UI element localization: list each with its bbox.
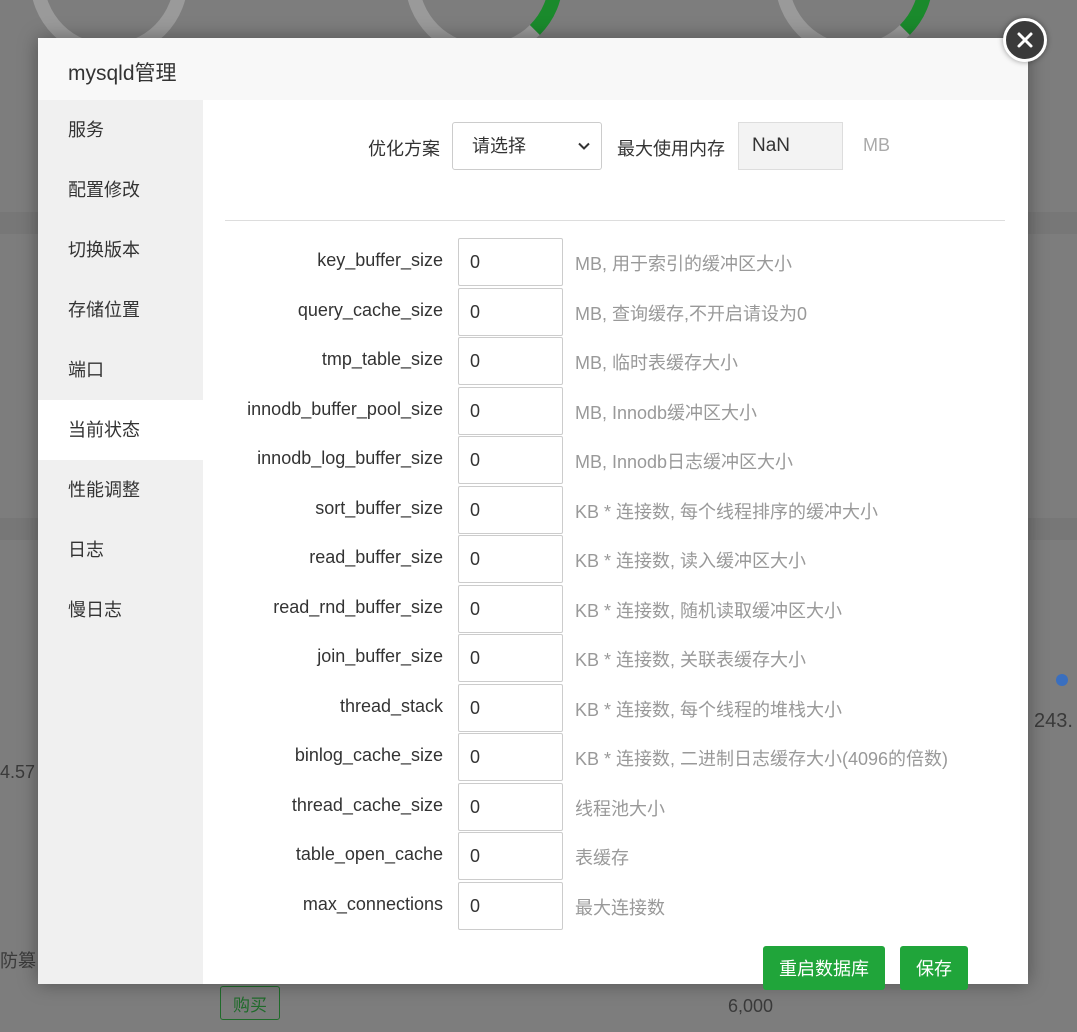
param-row-max-connections: max_connections 0 最大连接数 <box>203 881 1028 930</box>
max-memory-label: 最大使用内存 <box>617 139 725 159</box>
param-input-query-cache-size[interactable]: 0 <box>458 287 563 336</box>
background-axis-tick: 6,000 <box>728 996 774 1016</box>
divider <box>225 220 1005 221</box>
param-help-text: 最大连接数 <box>575 897 665 918</box>
param-label: tmp_table_size <box>321 349 443 369</box>
restart-database-button[interactable]: 重启数据库 <box>763 946 885 990</box>
param-help-text: KB * 连接数, 关联表缓存大小 <box>575 650 807 670</box>
param-row-read-rnd-buffer-size: read_rnd_buffer_size 0 KB * 连接数, 随机读取缓冲区大小 <box>203 584 1028 633</box>
optimize-select-value: 请选择 <box>472 136 526 156</box>
param-input-key-buffer-size[interactable]: 0 <box>458 238 563 286</box>
param-help-text: 表缓存 <box>575 848 629 868</box>
optimize-label: 优化方案 <box>368 139 440 159</box>
param-help-text: KB * 连接数, 随机读取缓冲区大小 <box>575 600 843 621</box>
param-label: binlog_cache_size <box>294 745 443 765</box>
param-row-innodb-buffer-pool-size: innodb_buffer_pool_size 0 MB, Innodb缓冲区大小 <box>203 386 1028 435</box>
param-label: max_connections <box>302 893 443 914</box>
param-row-join-buffer-size: join_buffer_size 0 KB * 连接数, 关联表缓存大小 <box>203 634 1028 682</box>
sidebar-item-switch-version[interactable]: 切换版本 <box>38 220 203 280</box>
param-help-text: 线程池大小 <box>575 798 665 819</box>
param-help-text: MB, 用于索引的缓冲区大小 <box>575 254 793 274</box>
max-memory-field[interactable]: NaN <box>738 122 843 170</box>
sidebar-item-slow-log[interactable]: 慢日志 <box>38 580 203 640</box>
param-row-table-open-cache: table_open_cache 0 表缓存 <box>203 832 1028 880</box>
param-input-thread-stack[interactable]: 0 <box>458 683 563 732</box>
param-help-text: MB, Innodb日志缓冲区大小 <box>575 452 794 472</box>
param-input-read-buffer-size[interactable]: 0 <box>458 535 563 583</box>
sidebar-item-service[interactable]: 服务 <box>38 100 203 160</box>
param-label: innodb_buffer_pool_size <box>247 398 443 419</box>
close-icon <box>1017 32 1033 48</box>
param-row-sort-buffer-size: sort_buffer_size 0 KB * 连接数, 每个线程排序的缓冲大小 <box>203 485 1028 534</box>
buy-button[interactable]: 购买 <box>220 986 280 1020</box>
param-input-thread-cache-size[interactable]: 0 <box>458 782 563 831</box>
sidebar-item-storage[interactable]: 存储位置 <box>38 280 203 340</box>
legend-dot-icon <box>1056 674 1068 686</box>
optimize-row: 优化方案 请选择 最大使用内存 NaN MB <box>203 122 1028 170</box>
param-help-text: KB * 连接数, 读入缓冲区大小 <box>575 551 807 571</box>
param-label: thread_stack <box>339 695 443 716</box>
param-input-innodb-log-buffer-size[interactable]: 0 <box>458 436 563 484</box>
param-label: innodb_log_buffer_size <box>257 448 443 468</box>
param-help-text: MB, 临时表缓存大小 <box>575 353 739 373</box>
param-row-query-cache-size: query_cache_size 0 MB, 查询缓存,不开启请设为0 <box>203 287 1028 336</box>
param-label: read_rnd_buffer_size <box>273 596 443 617</box>
param-row-tmp-table-size: tmp_table_size 0 MB, 临时表缓存大小 <box>203 337 1028 385</box>
close-dialog-button[interactable] <box>1003 18 1047 62</box>
param-label: sort_buffer_size <box>315 497 443 518</box>
param-input-tmp-table-size[interactable]: 0 <box>458 337 563 385</box>
param-label: join_buffer_size <box>317 646 443 666</box>
param-input-table-open-cache[interactable]: 0 <box>458 832 563 880</box>
param-help-text: KB * 连接数, 二进制日志缓存大小(4096的倍数) <box>575 749 949 769</box>
param-help-text: MB, Innodb缓冲区大小 <box>575 402 758 423</box>
param-row-binlog-cache-size: binlog_cache_size 0 KB * 连接数, 二进制日志缓存大小(40… <box>203 733 1028 781</box>
background-value: 243. <box>1034 710 1073 732</box>
param-input-binlog-cache-size[interactable]: 0 <box>458 733 563 781</box>
param-help-text: KB * 连接数, 每个线程排序的缓冲大小 <box>575 501 879 522</box>
max-memory-unit: MB <box>863 135 890 155</box>
sidebar-item-performance[interactable]: 性能调整 <box>38 460 203 520</box>
dialog-title: mysqld管理 <box>68 62 177 85</box>
param-label: key_buffer_size <box>317 250 443 270</box>
dialog-sidebar: 服务 配置修改 切换版本 存储位置 端口 当前状态 性能调整 日志 慢日志 <box>38 100 203 984</box>
param-help-text: MB, 查询缓存,不开启请设为0 <box>575 303 808 324</box>
param-input-innodb-buffer-pool-size[interactable]: 0 <box>458 386 563 435</box>
param-help-text: KB * 连接数, 每个线程的堆栈大小 <box>575 699 843 720</box>
performance-panel: 优化方案 请选择 最大使用内存 NaN MB key_buffer_size 0 M… <box>203 100 1028 984</box>
param-row-read-buffer-size: read_buffer_size 0 KB * 连接数, 读入缓冲区大小 <box>203 535 1028 583</box>
param-row-key-buffer-size: key_buffer_size 0 MB, 用于索引的缓冲区大小 <box>203 238 1028 286</box>
param-input-read-rnd-buffer-size[interactable]: 0 <box>458 584 563 633</box>
param-input-max-connections[interactable]: 0 <box>458 881 563 930</box>
optimize-select[interactable]: 请选择 <box>452 122 602 170</box>
chevron-down-icon <box>578 142 590 150</box>
sidebar-item-log[interactable]: 日志 <box>38 520 203 580</box>
param-row-thread-cache-size: thread_cache_size 0 线程池大小 <box>203 782 1028 831</box>
sidebar-item-status[interactable]: 当前状态 <box>38 400 203 460</box>
mysql-manage-dialog: mysqld管理 服务 配置修改 切换版本 存储位置 端口 当前状态 性能调整 … <box>38 38 1028 990</box>
save-button[interactable]: 保存 <box>900 946 968 990</box>
param-input-sort-buffer-size[interactable]: 0 <box>458 485 563 534</box>
param-row-innodb-log-buffer-size: innodb_log_buffer_size 0 MB, Innodb日志缓冲区大小 <box>203 436 1028 484</box>
param-label: table_open_cache <box>295 844 443 864</box>
param-label: thread_cache_size <box>291 794 443 815</box>
dialog-header: mysqld管理 <box>38 38 1028 100</box>
sidebar-item-port[interactable]: 端口 <box>38 340 203 400</box>
background-value: 4.57 <box>0 762 36 782</box>
sidebar-item-config[interactable]: 配置修改 <box>38 160 203 220</box>
param-label: read_buffer_size <box>309 547 443 567</box>
param-input-join-buffer-size[interactable]: 0 <box>458 634 563 682</box>
param-row-thread-stack: thread_stack 0 KB * 连接数, 每个线程的堆栈大小 <box>203 683 1028 732</box>
background-partial-label: 防篡 <box>0 951 36 971</box>
param-label: query_cache_size <box>297 299 443 320</box>
